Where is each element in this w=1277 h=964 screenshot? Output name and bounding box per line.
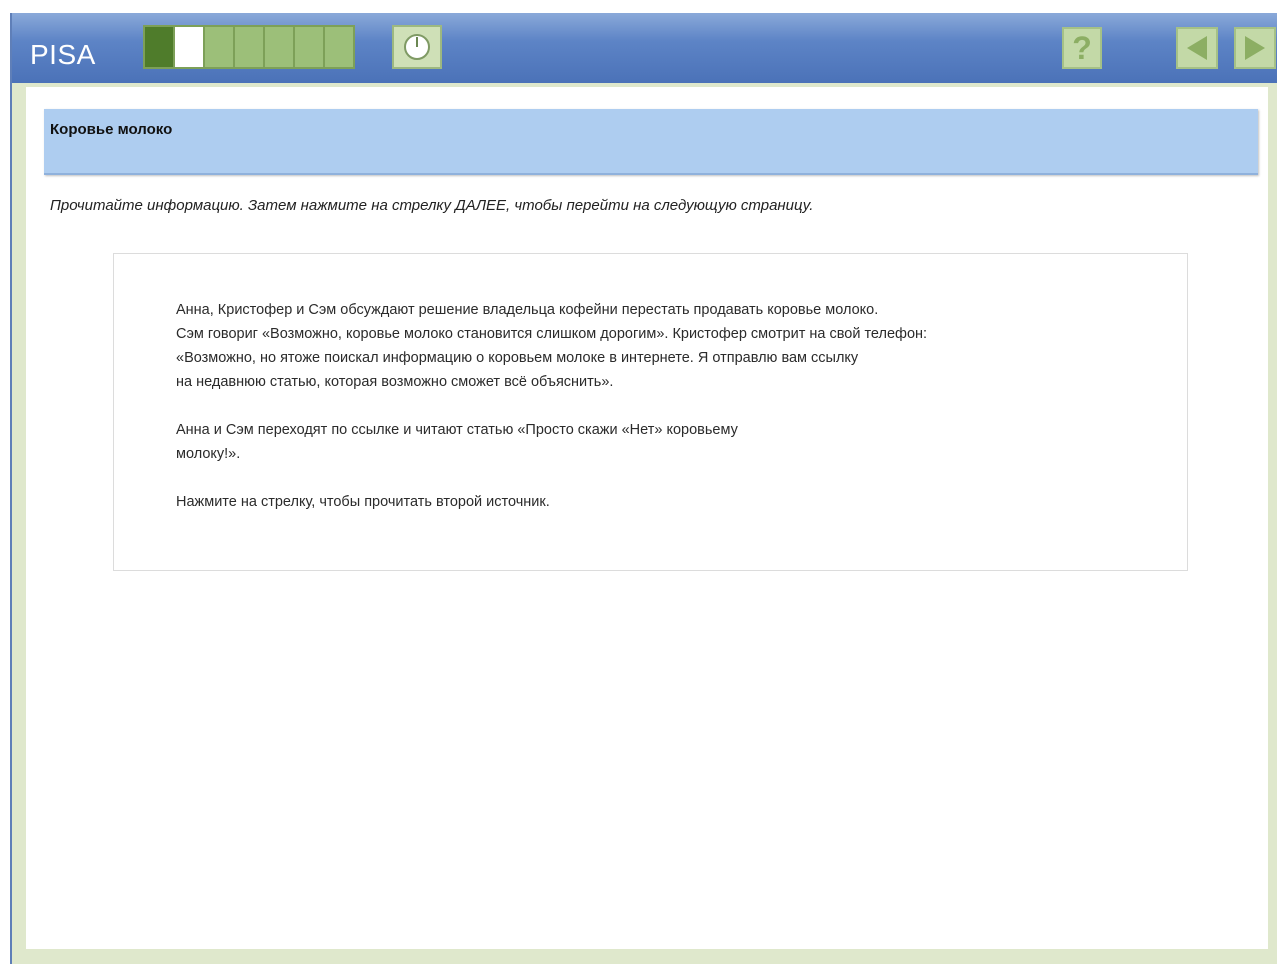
timer-button[interactable] <box>392 25 442 69</box>
progress-segment-6 <box>295 27 325 67</box>
unit-title: Коровье молоко <box>50 121 173 138</box>
app-frame: PISA ? Коровье молоко Прочитайте информа… <box>10 13 1277 964</box>
arrow-left-icon <box>1187 36 1207 60</box>
progress-segment-7 <box>325 27 353 67</box>
stimulus-line: молоку!». <box>176 446 241 462</box>
stimulus-paragraph-1: Анна, Кристофер и Сэм обсуждают решение … <box>176 298 1166 394</box>
next-button[interactable] <box>1234 27 1276 69</box>
progress-segment-3 <box>205 27 235 67</box>
stimulus-text: Анна, Кристофер и Сэм обсуждают решение … <box>176 298 1166 538</box>
progress-segment-5 <box>265 27 295 67</box>
content-area: Коровье молоко Прочитайте информацию. За… <box>26 87 1268 949</box>
stimulus-paragraph-2: Анна и Сэм переходят по ссылке и читают … <box>176 418 1166 466</box>
stimulus-line: Анна, Кристофер и Сэм обсуждают решение … <box>176 302 879 318</box>
progress-segment-4 <box>235 27 265 67</box>
stimulus-paragraph-3: Нажмите на стрелку, чтобы прочитать втор… <box>176 490 1166 514</box>
progress-bar <box>143 25 355 69</box>
stimulus-line: Нажмите на стрелку, чтобы прочитать втор… <box>176 494 550 510</box>
stimulus-line: на недавнюю статью, которая возможно смо… <box>176 374 614 390</box>
unit-header: Коровье молоко <box>44 109 1258 175</box>
stimulus-line: «Возможно, но ятоже поискал информацию о… <box>176 350 859 366</box>
arrow-right-icon <box>1245 36 1265 60</box>
top-toolbar: PISA ? <box>12 13 1277 83</box>
instruction-text: Прочитайте информацию. Затем нажмите на … <box>50 197 814 214</box>
progress-segment-2 <box>175 27 205 67</box>
stimulus-line: Сэм говориг «Возможно, коровье молоко ст… <box>176 326 928 342</box>
progress-segment-1 <box>145 27 175 67</box>
stimulus-line: Анна и Сэм переходят по ссылке и читают … <box>176 422 738 438</box>
app-title: PISA <box>30 39 96 70</box>
stimulus-panel: Анна, Кристофер и Сэм обсуждают решение … <box>113 253 1188 571</box>
previous-button[interactable] <box>1176 27 1218 69</box>
question-mark-icon: ? <box>1072 29 1092 66</box>
clock-icon <box>404 34 430 60</box>
help-button[interactable]: ? <box>1062 27 1102 69</box>
